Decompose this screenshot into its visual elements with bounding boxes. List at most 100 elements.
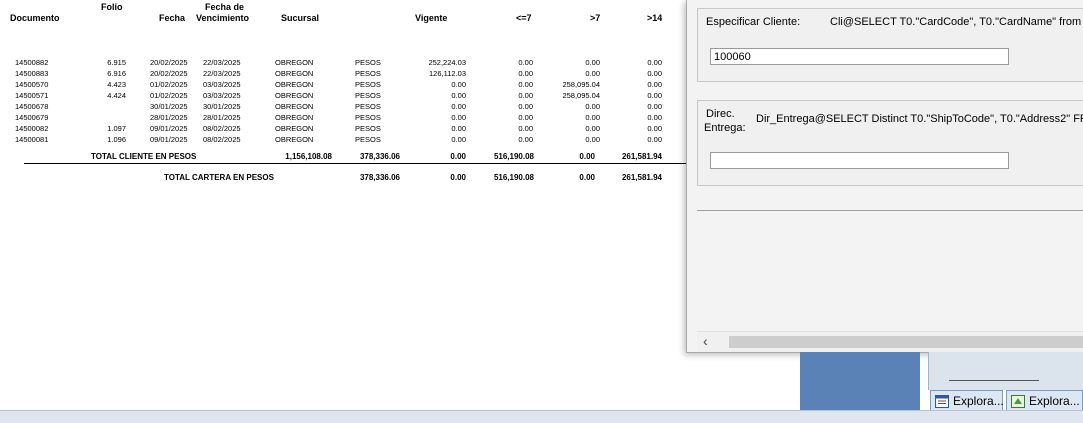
- total-cliente-total: 1,156,108.08: [285, 152, 332, 161]
- cell-documento: 14500883: [15, 69, 49, 78]
- cell-vencimiento: 08/02/2025: [203, 124, 241, 133]
- cell-sucursal: OBREGON: [275, 80, 314, 89]
- cell-documento: 14500082: [15, 124, 49, 133]
- total-cliente-c5: 0.00: [579, 152, 595, 161]
- entrega-section: Direc. Entrega: Dir_Entrega@SELECT Disti…: [697, 100, 1083, 186]
- cell-saldo: 0.00: [451, 80, 466, 89]
- cell-sucursal: OBREGON: [275, 69, 314, 78]
- entrega-label-2: Entrega:: [704, 122, 746, 134]
- cell-vencimiento: 28/01/2025: [203, 113, 241, 122]
- cell-documento: 14500081: [15, 135, 49, 144]
- header-le7: <=7: [516, 13, 532, 23]
- explorer-button-1-label: Explora...: [953, 394, 1004, 408]
- cell-gt14: 0.00: [647, 113, 662, 122]
- cell-gt7: 0.00: [585, 58, 600, 67]
- taskbar-panel: [928, 352, 1083, 390]
- cell-saldo: 126,112.03: [429, 69, 466, 78]
- total-rule: [24, 163, 700, 164]
- report-viewer: Documento Folio Fecha Fecha de Vencimien…: [0, 0, 700, 410]
- cell-sucursal: OBREGON: [275, 124, 314, 133]
- cell-gt7: 0.00: [585, 113, 600, 122]
- cell-gt14: 0.00: [647, 69, 662, 78]
- cell-fecha: 30/01/2025: [150, 102, 188, 111]
- cell-moneda: PESOS: [355, 124, 381, 133]
- cell-documento: 14500679: [15, 113, 49, 122]
- header-vigente: Vigente: [415, 13, 448, 23]
- cell-sucursal: OBREGON: [275, 91, 314, 100]
- cell-fecha: 20/02/2025: [150, 58, 188, 67]
- total-cliente-label: TOTAL CLIENTE EN PESOS: [91, 152, 197, 161]
- cell-saldo: 252,224.03: [428, 58, 466, 67]
- cell-folio: 6.915: [107, 58, 126, 67]
- explorer-button-2-label: Explora...: [1029, 394, 1080, 408]
- cell-le7: 0.00: [518, 69, 533, 78]
- panel-divider: [949, 380, 1039, 381]
- cell-sucursal: OBREGON: [275, 113, 314, 122]
- cell-gt7: 258,095.04: [562, 80, 600, 89]
- cell-fecha: 01/02/2025: [150, 80, 188, 89]
- horizontal-scrollbar[interactable]: ‹: [697, 331, 1083, 352]
- cell-gt14: 0.00: [647, 80, 662, 89]
- cell-sucursal: OBREGON: [275, 135, 314, 144]
- cell-vencimiento: 08/02/2025: [203, 135, 241, 144]
- total-cartera-c5: 0.00: [579, 173, 595, 182]
- explorer-button-1[interactable]: Explora...: [930, 390, 1004, 412]
- cell-saldo: 0.00: [451, 124, 466, 133]
- cell-folio: 4.423: [107, 80, 126, 89]
- cell-folio: 1.097: [107, 124, 126, 133]
- cell-vencimiento: 22/03/2025: [203, 58, 241, 67]
- header-folio: Folio: [101, 2, 123, 12]
- cell-gt14: 0.00: [647, 135, 662, 144]
- scroll-left-icon[interactable]: ‹: [703, 333, 708, 349]
- header-documento: Documento: [10, 13, 60, 23]
- scroll-thumb[interactable]: [729, 336, 1083, 348]
- cell-moneda: PESOS: [355, 135, 381, 144]
- cell-le7: 0.00: [518, 102, 533, 111]
- cell-folio: 6.916: [107, 69, 126, 78]
- cell-sucursal: OBREGON: [275, 58, 314, 67]
- cell-fecha: 01/02/2025: [150, 91, 188, 100]
- cell-gt7: 258,095.04: [562, 91, 600, 100]
- explorer-button-2[interactable]: Explora...: [1006, 390, 1083, 412]
- dialog-divider: [697, 210, 1083, 211]
- cell-le7: 0.00: [518, 91, 533, 100]
- header-fecha: Fecha: [159, 13, 186, 23]
- cliente-label: Especificar Cliente:: [706, 16, 801, 28]
- total-cliente-gt7: 516,190.08: [493, 152, 534, 161]
- entrega-query: Dir_Entrega@SELECT Distinct T0."ShipToCo…: [756, 113, 1083, 125]
- cell-fecha: 28/01/2025: [150, 113, 188, 122]
- cell-documento: 14500678: [15, 102, 49, 111]
- cell-gt14: 0.00: [647, 102, 662, 111]
- total-cliente-vigente: 378,336.06: [359, 152, 400, 161]
- cell-sucursal: OBREGON: [275, 102, 314, 111]
- cliente-query: Cli@SELECT T0."CardCode", T0."CardName" …: [830, 16, 1083, 28]
- cell-moneda: PESOS: [355, 113, 381, 122]
- cell-fecha: 09/01/2025: [150, 124, 188, 133]
- cell-le7: 0.00: [518, 135, 533, 144]
- taskbar-preview: [800, 352, 920, 410]
- total-cartera-c6: 261,581.94: [621, 173, 662, 182]
- cell-vencimiento: 03/03/2025: [203, 80, 241, 89]
- cliente-section: Especificar Cliente: Cli@SELECT T0."Card…: [697, 8, 1083, 82]
- total-cartera-label: TOTAL CARTERA EN PESOS: [164, 173, 274, 182]
- header-gt14: >14: [647, 13, 663, 23]
- status-bar: [0, 410, 1083, 423]
- cell-le7: 0.00: [518, 58, 533, 67]
- header-vencimiento: Vencimiento: [196, 13, 250, 23]
- header-gt7: >7: [590, 13, 601, 23]
- cell-vencimiento: 03/03/2025: [203, 91, 241, 100]
- cell-moneda: PESOS: [355, 69, 381, 78]
- cell-le7: 0.00: [518, 124, 533, 133]
- explorer-window-icon: [935, 394, 949, 408]
- cell-saldo: 0.00: [451, 135, 466, 144]
- cell-saldo: 0.00: [451, 102, 466, 111]
- cell-moneda: PESOS: [355, 102, 381, 111]
- parameters-dialog: Especificar Cliente: Cli@SELECT T0."Card…: [686, 0, 1083, 353]
- entrega-input[interactable]: [710, 152, 1009, 169]
- cliente-input[interactable]: 100060: [710, 48, 1009, 65]
- total-cartera-vigente: 378,336.06: [359, 173, 400, 182]
- cell-documento: 14500882: [15, 58, 49, 67]
- cell-documento: 14500571: [15, 91, 49, 100]
- entrega-label-1: Direc.: [706, 108, 735, 120]
- cell-moneda: PESOS: [355, 58, 381, 67]
